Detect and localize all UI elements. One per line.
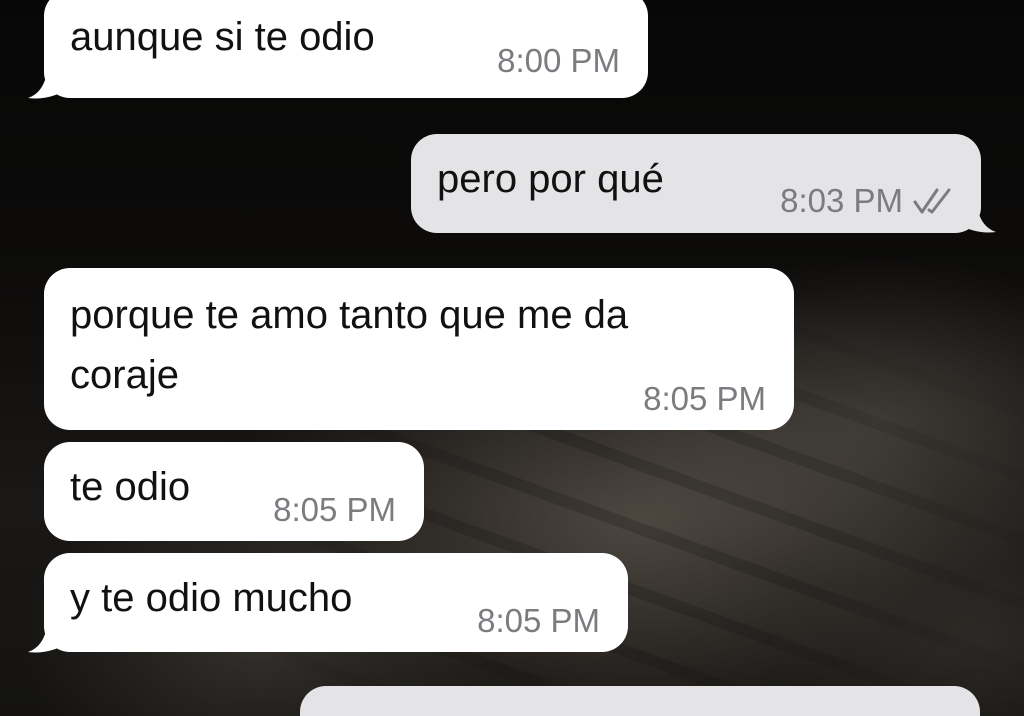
message-text: pero por qué [437,157,664,201]
message-bubble-incoming[interactable]: y te odio mucho 8:05 PM [44,553,628,652]
message-timestamp: 8:05 PM [477,602,600,640]
message-text-line: porque te amo tanto que me da [70,293,629,337]
timestamp-text: 8:00 PM [497,42,620,79]
message-bubble-outgoing-partial[interactable] [300,686,980,716]
message-timestamp: 8:05 PM [273,491,396,529]
message-bubble-outgoing[interactable]: pero por qué 8:03 PM [411,134,981,233]
message-timestamp: 8:05 PM [643,380,766,418]
message-meta: 8:03 PM [780,182,957,220]
timestamp-text: 8:05 PM [273,491,396,528]
message-bubble-incoming[interactable]: te odio 8:05 PM [44,442,424,541]
message-bubble-incoming[interactable]: aunque si te odio 8:00 PM [44,0,648,98]
message-text-line: coraje [70,353,179,397]
double-check-icon [913,188,951,214]
message-text: y te odio mucho [70,576,353,620]
timestamp-text: 8:05 PM [477,602,600,639]
timestamp-text: 8:03 PM [780,182,903,219]
bubble-tail-outgoing [958,194,996,233]
timestamp-text: 8:05 PM [643,380,766,417]
message-text: aunque si te odio [70,15,375,59]
message-text: te odio [70,465,191,509]
message-timestamp: 8:00 PM [497,42,620,80]
bubble-tail-incoming [28,614,66,653]
message-bubble-incoming[interactable]: porque te amo tanto que me da coraje 8:0… [44,268,794,430]
bubble-tail-incoming [28,60,66,99]
